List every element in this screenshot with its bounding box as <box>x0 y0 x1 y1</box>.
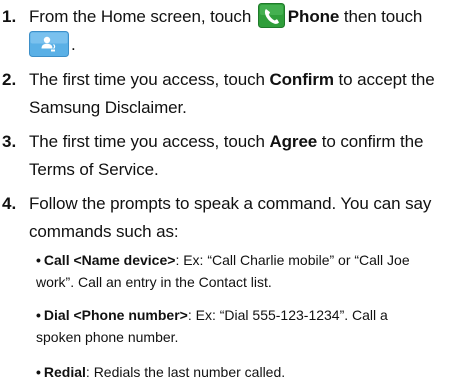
command-text: : Redials the last number called. <box>85 364 286 380</box>
confirm-label: Confirm <box>269 70 334 89</box>
step-text-line2: Samsung Disclaimer. <box>29 98 187 117</box>
bullet-line: • Redial: Redials the last number called. <box>36 361 468 383</box>
bullet-line2: work”. Call an entry in the Contact list… <box>36 274 272 290</box>
command-text: : Ex: “Call Charlie mobile” or “Call Joe <box>175 252 410 268</box>
step-text-part: The first time you access, touch <box>29 70 270 89</box>
step-text-part: to accept the <box>333 70 435 89</box>
step-text-part: to confirm the <box>317 132 424 151</box>
bullet-dot: • <box>36 364 41 380</box>
step-number: 3. <box>2 132 17 151</box>
bullet-line: • Dial <Phone number>: Ex: “Dial 555-123-… <box>36 304 468 326</box>
step-text: From the Home screen, touch Phone then t… <box>29 3 469 31</box>
phone-app-icon <box>257 3 285 28</box>
step-text: The first time you access, touch Confirm… <box>29 66 469 94</box>
step-text: The first time you access, touch Agree t… <box>29 128 469 156</box>
command-bullet-call: • Call <Name device>: Ex: “Call Charlie m… <box>36 249 468 293</box>
command-name: Redial <box>43 364 86 380</box>
bullet-line2: spoken phone number. <box>36 329 179 345</box>
step-text-part: . <box>71 35 76 54</box>
voice-dial-button-icon <box>29 31 69 57</box>
command-name: Call <Name device> <box>43 252 176 268</box>
command-text: : Ex: “Dial 555-123-1234”. Call a <box>187 307 388 323</box>
command-bullet-redial: • Redial: Redials the last number called. <box>36 361 468 383</box>
step-text: Follow the prompts to speak a command. Y… <box>29 194 432 213</box>
step-number: 1. <box>2 7 17 26</box>
step-text-part: The first time you access, touch <box>29 132 270 151</box>
bullet-dot: • <box>36 307 41 323</box>
bullet-line: • Call <Name device>: Ex: “Call Charlie m… <box>36 249 468 271</box>
step-number: 2. <box>2 70 17 89</box>
agree-label: Agree <box>269 132 318 151</box>
command-name: Dial <Phone number> <box>43 307 188 323</box>
phone-label: Phone <box>287 7 340 26</box>
step-text-line2: Terms of Service. <box>29 160 159 179</box>
command-bullet-dial: • Dial <Phone number>: Ex: “Dial 555-123-… <box>36 304 468 348</box>
step-text-part: then touch <box>339 7 423 26</box>
bullet-dot: • <box>36 252 41 268</box>
step-text-part: From the Home screen, touch <box>29 7 256 26</box>
step-number: 4. <box>2 194 17 213</box>
step-text-line2: commands such as: <box>29 222 179 241</box>
step-text-line2: . <box>29 31 469 59</box>
document-page: 1. From the Home screen, touch Phone the… <box>0 0 469 391</box>
